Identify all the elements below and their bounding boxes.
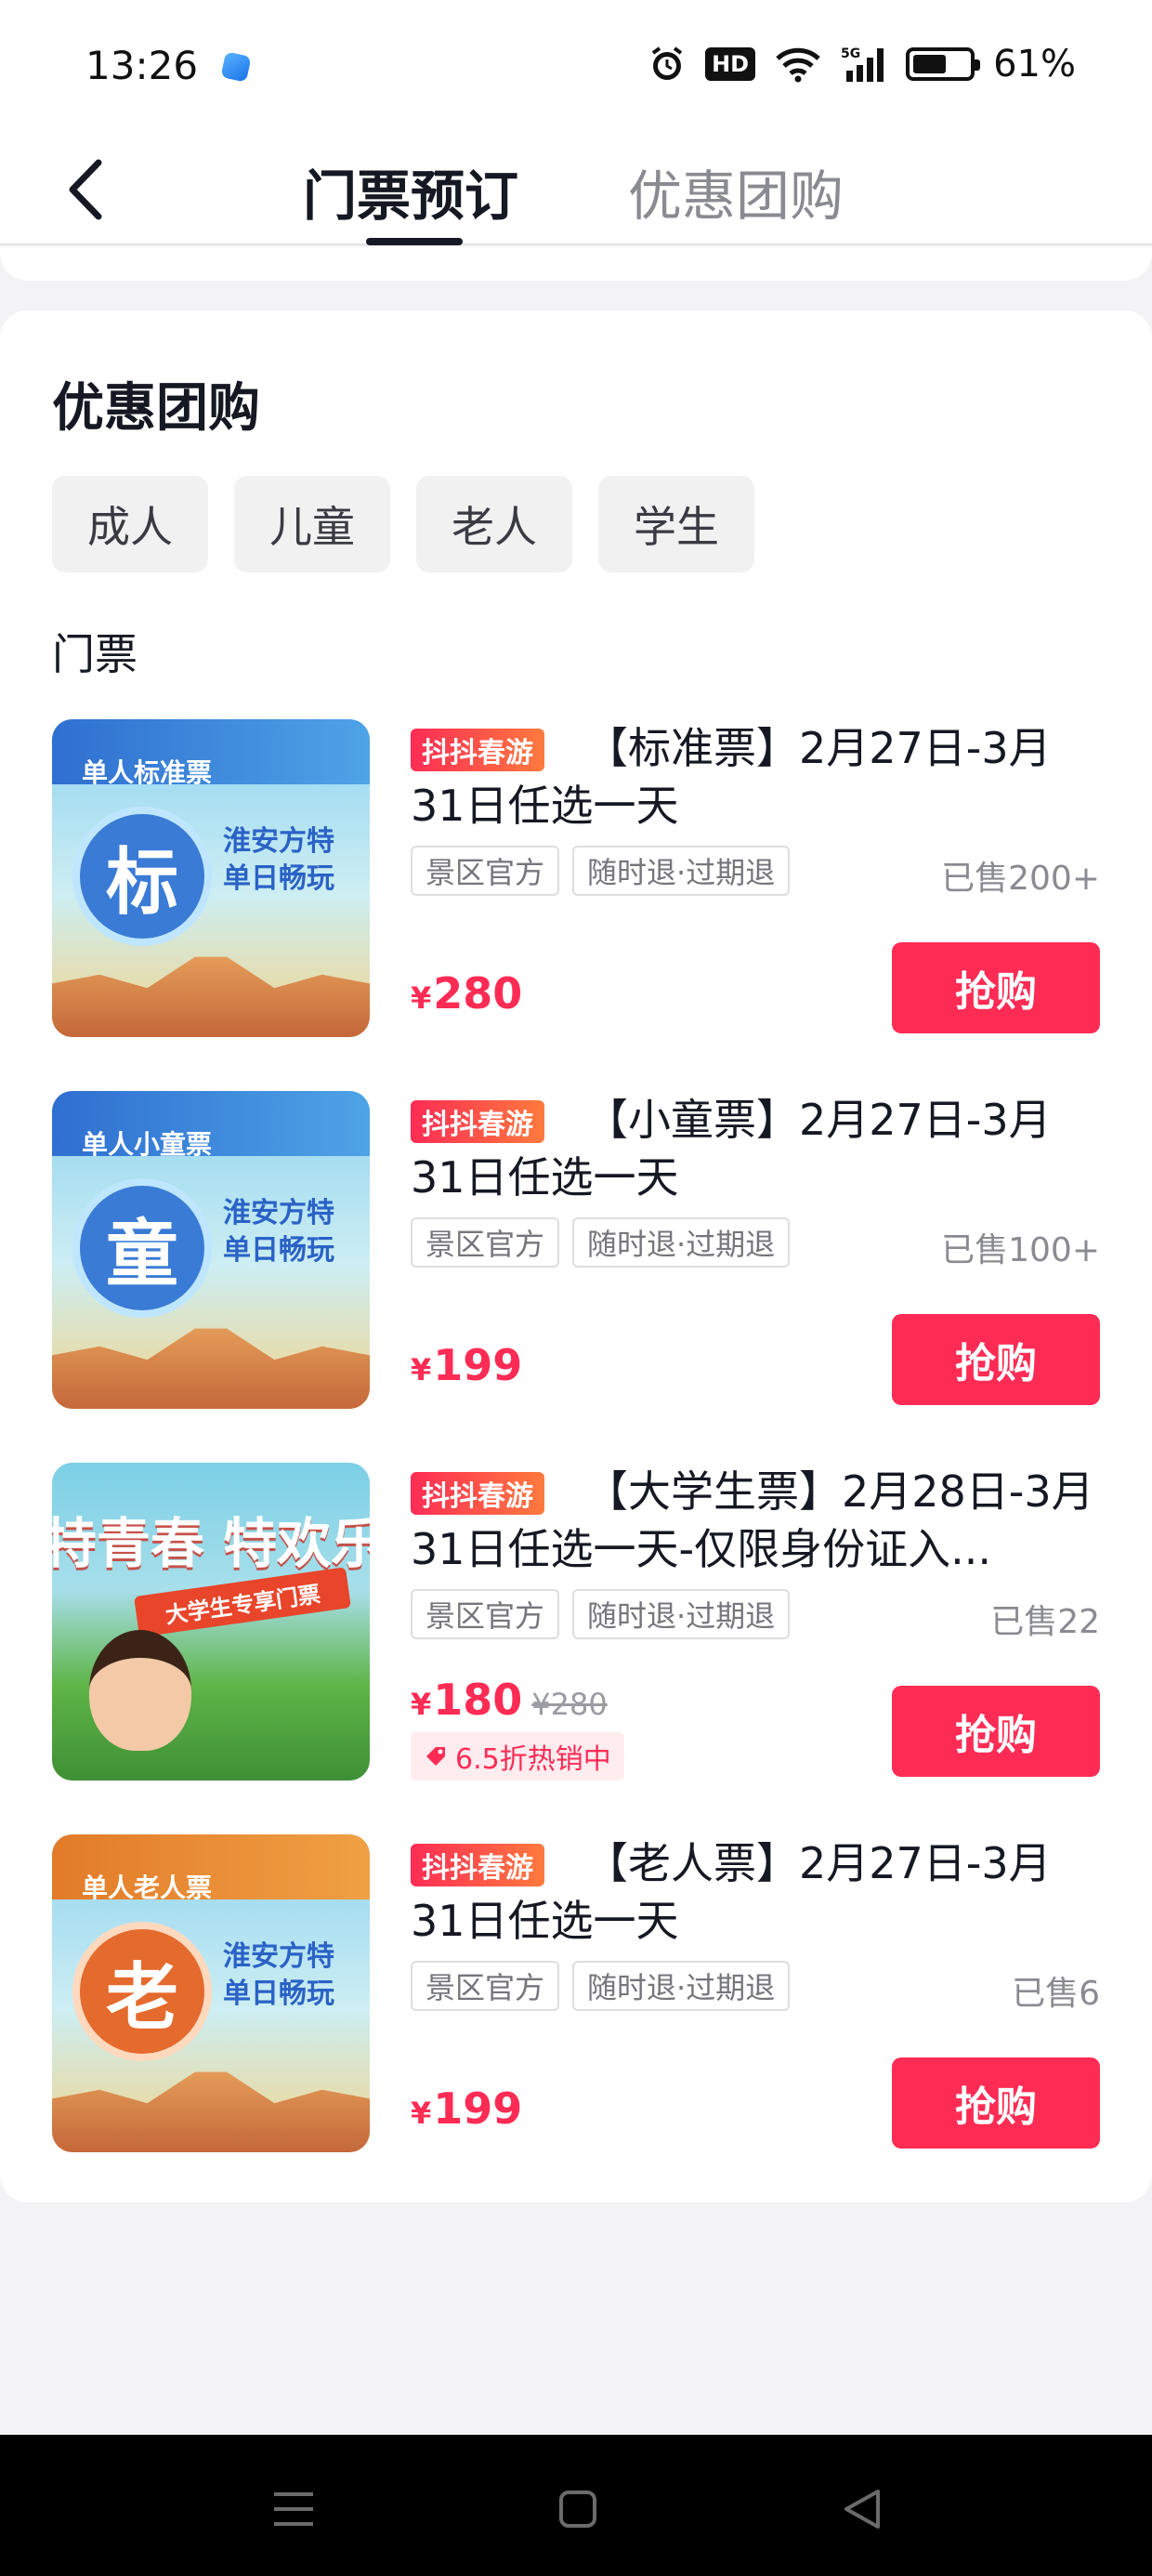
price-tag-icon — [426, 1747, 445, 1766]
menu-button[interactable] — [256, 2472, 331, 2546]
thumb-side-text: 淮安方特单日畅玩 — [223, 1940, 334, 2010]
5g-signal-icon: 5G — [841, 45, 887, 84]
ticket-thumbnail: 单人小童票 童 淮安方特单日畅玩 — [52, 1091, 370, 1409]
thumb-side-text: 淮安方特单日畅玩 — [223, 1197, 334, 1267]
promo-badge: 抖抖春游 — [411, 1472, 544, 1515]
chevron-left-icon — [69, 159, 102, 220]
tag-official: 景区官方 — [411, 1217, 560, 1268]
price-value: 180 — [433, 1675, 523, 1725]
filter-chip-senior[interactable]: 老人 — [416, 476, 572, 572]
castle-illustration — [52, 2071, 370, 2152]
system-nav-bar — [0, 2435, 1152, 2576]
wifi-icon — [774, 46, 822, 83]
square-home-icon — [559, 2491, 596, 2528]
castle-illustration — [52, 1328, 370, 1409]
ticket-thumbnail: 特青春 特欢乐 大学生专享门票 — [52, 1463, 370, 1781]
thumb-char: 童 — [72, 1178, 212, 1318]
buy-button[interactable]: 抢购 — [892, 1314, 1100, 1405]
app-notification-icon — [220, 51, 252, 83]
promo-badge: 抖抖春游 — [411, 729, 544, 771]
home-button[interactable] — [541, 2472, 615, 2546]
price: ¥ 180 ¥280 — [411, 1675, 608, 1725]
buy-button[interactable]: 抢购 — [892, 942, 1100, 1033]
discount-text: 6.5折热销中 — [455, 1743, 611, 1776]
previous-card-edge — [0, 247, 1152, 281]
status-time: 13:26 — [85, 43, 199, 88]
group-deals-card: 优惠团购 成人 儿童 老人 学生 门票 单人标准票 标 淮安方特单日畅玩 【标准… — [0, 310, 1152, 2202]
price-value: 199 — [433, 1340, 523, 1390]
castle-illustration — [52, 956, 370, 1037]
price: ¥ 199 — [411, 2083, 522, 2134]
battery-icon — [906, 47, 981, 81]
ticket-item[interactable]: 单人小童票 童 淮安方特单日畅玩 【小童票】2月27日-3月31日任选一天 抖抖… — [52, 1091, 1100, 1411]
sold-count: 已售6 — [1012, 1975, 1100, 2013]
ticket-item[interactable]: 特青春 特欢乐 大学生专享门票 【大学生票】2月28日-3月31日任选一天-仅限… — [52, 1463, 1100, 1782]
currency-symbol: ¥ — [411, 1352, 432, 1387]
ticket-tags: 景区官方 随时退·过期退 — [411, 1961, 791, 2011]
battery-percent: 61% — [993, 43, 1076, 85]
alarm-icon — [648, 45, 687, 84]
ticket-subtitle: 门票 — [52, 629, 137, 679]
ticket-thumbnail: 单人标准票 标 淮安方特单日畅玩 — [52, 719, 370, 1037]
top-nav: 门票预订 优惠团购 — [0, 138, 1152, 245]
tag-official: 景区官方 — [411, 1961, 560, 2011]
original-price: ¥280 — [531, 1687, 608, 1722]
svg-text:5G: 5G — [841, 46, 860, 61]
ticket-thumbnail: 单人老人票 老 淮安方特单日畅玩 — [52, 1834, 370, 2152]
thumb-photo-title: 特青春 特欢乐 — [52, 1512, 370, 1575]
back-button[interactable] — [48, 138, 123, 242]
ticket-item[interactable]: 单人老人票 老 淮安方特单日畅玩 【老人票】2月27日-3月31日任选一天 抖抖… — [52, 1834, 1100, 2154]
hd-icon: HD — [705, 47, 756, 81]
ticket-tags: 景区官方 随时退·过期退 — [411, 1217, 791, 1268]
ticket-tags: 景区官方 随时退·过期退 — [411, 1589, 791, 1639]
price-value: 199 — [433, 2083, 523, 2134]
currency-symbol: ¥ — [411, 2096, 432, 2131]
sold-count: 已售100+ — [941, 1231, 1100, 1269]
thumb-char: 标 — [72, 807, 212, 946]
student-photo — [89, 1630, 191, 1751]
tag-official: 景区官方 — [411, 1589, 560, 1639]
section-title: 优惠团购 — [52, 378, 260, 439]
thumb-label: 单人标准票 — [82, 757, 213, 788]
tag-refund: 随时退·过期退 — [572, 1589, 791, 1639]
tab-ticket-booking[interactable]: 门票预订 — [303, 138, 518, 245]
tab-group-deals[interactable]: 优惠团购 — [628, 138, 844, 245]
thumb-char: 老 — [72, 1922, 212, 2061]
sold-count: 已售200+ — [941, 860, 1100, 898]
ticket-tags: 景区官方 随时退·过期退 — [411, 846, 791, 896]
thumb-side-text: 淮安方特单日畅玩 — [223, 825, 334, 895]
tag-refund: 随时退·过期退 — [572, 1217, 791, 1268]
triangle-back-icon — [844, 2490, 880, 2529]
currency-symbol: ¥ — [411, 980, 432, 1016]
system-back-button[interactable] — [825, 2472, 899, 2546]
status-icons: HD 5G 61% — [648, 43, 1076, 85]
buy-button[interactable]: 抢购 — [892, 1686, 1100, 1777]
ticket-type-filters: 成人 儿童 老人 学生 — [52, 476, 754, 572]
filter-chip-student[interactable]: 学生 — [598, 476, 754, 572]
thumb-label: 单人小童票 — [82, 1129, 213, 1160]
sold-count: 已售22 — [990, 1603, 1100, 1641]
menu-icon — [274, 2492, 313, 2526]
tag-refund: 随时退·过期退 — [572, 1961, 791, 2011]
discount-badge: 6.5折热销中 — [411, 1732, 624, 1781]
filter-chip-adult[interactable]: 成人 — [52, 476, 208, 572]
price-value: 280 — [433, 968, 523, 1019]
filter-chip-child[interactable]: 儿童 — [234, 476, 390, 572]
promo-badge: 抖抖春游 — [411, 1100, 544, 1143]
status-bar: 13:26 HD 5G 61% — [0, 0, 1152, 138]
ticket-item[interactable]: 单人标准票 标 淮安方特单日畅玩 【标准票】2月27日-3月31日任选一天 抖抖… — [52, 719, 1100, 1039]
currency-symbol: ¥ — [411, 1687, 432, 1722]
promo-badge: 抖抖春游 — [411, 1844, 544, 1886]
price: ¥ 280 — [411, 968, 522, 1019]
battery-fill — [913, 55, 947, 73]
buy-button[interactable]: 抢购 — [892, 2057, 1100, 2149]
active-tab-indicator — [366, 238, 463, 245]
thumb-label: 单人老人票 — [82, 1873, 213, 1903]
price: ¥ 199 — [411, 1340, 522, 1390]
tag-official: 景区官方 — [411, 846, 560, 896]
tag-refund: 随时退·过期退 — [572, 846, 791, 896]
